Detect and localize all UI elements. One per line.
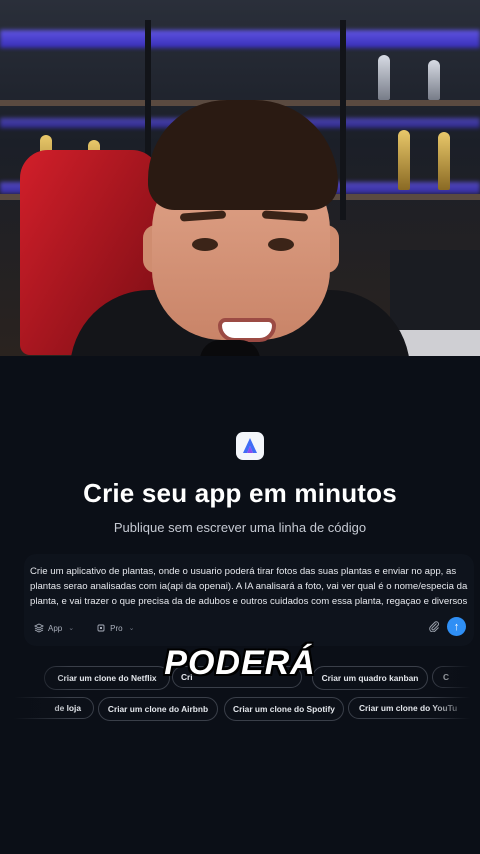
trophy-icon	[378, 55, 390, 100]
person-eye	[192, 238, 218, 251]
model-label: Pro	[110, 623, 123, 633]
webcam-video	[0, 0, 480, 356]
arrow-up-icon: ↑	[453, 620, 460, 633]
send-button[interactable]: ↑	[447, 617, 466, 636]
trophy-icon	[398, 130, 410, 190]
suggestions-row-2: de loja Criar um clone do Airbnb Criar u…	[0, 697, 480, 721]
page-title: Crie seu app em minutos	[83, 478, 397, 508]
person-hair	[148, 100, 338, 210]
prompt-box[interactable]: Crie um aplicativo de plantas, onde o us…	[24, 554, 474, 646]
app-logo-icon	[236, 432, 264, 460]
video-caption: PODERÁ	[164, 644, 316, 682]
person-mouth	[218, 318, 276, 342]
suggestion-chip[interactable]: Criar um clone do Airbnb	[98, 697, 218, 721]
person-eye	[268, 238, 294, 251]
trophy-icon	[438, 132, 450, 190]
mode-selector[interactable]: App ⌄	[34, 623, 74, 633]
prompt-toolbar: App ⌄ Pro ⌄ ↑	[34, 617, 466, 638]
chevron-down-icon: ⌄	[128, 625, 135, 632]
prompt-input[interactable]: Crie um aplicativo de plantas, onde o us…	[30, 564, 470, 609]
shelf-light-top	[0, 30, 480, 48]
model-selector[interactable]: Pro ⌄	[96, 623, 134, 633]
layers-icon	[34, 623, 44, 633]
microphone	[200, 340, 260, 356]
shelf-pillar	[340, 20, 346, 220]
chevron-down-icon: ⌄	[68, 625, 75, 632]
trophy-icon	[428, 60, 440, 100]
chip-icon	[97, 624, 105, 632]
paperclip-icon[interactable]	[428, 620, 440, 635]
page-subtitle: Publique sem escrever uma linha de códig…	[113, 520, 367, 535]
mode-label: App	[48, 623, 63, 633]
suggestion-chip[interactable]: Criar um clone do Spotify	[224, 697, 344, 721]
